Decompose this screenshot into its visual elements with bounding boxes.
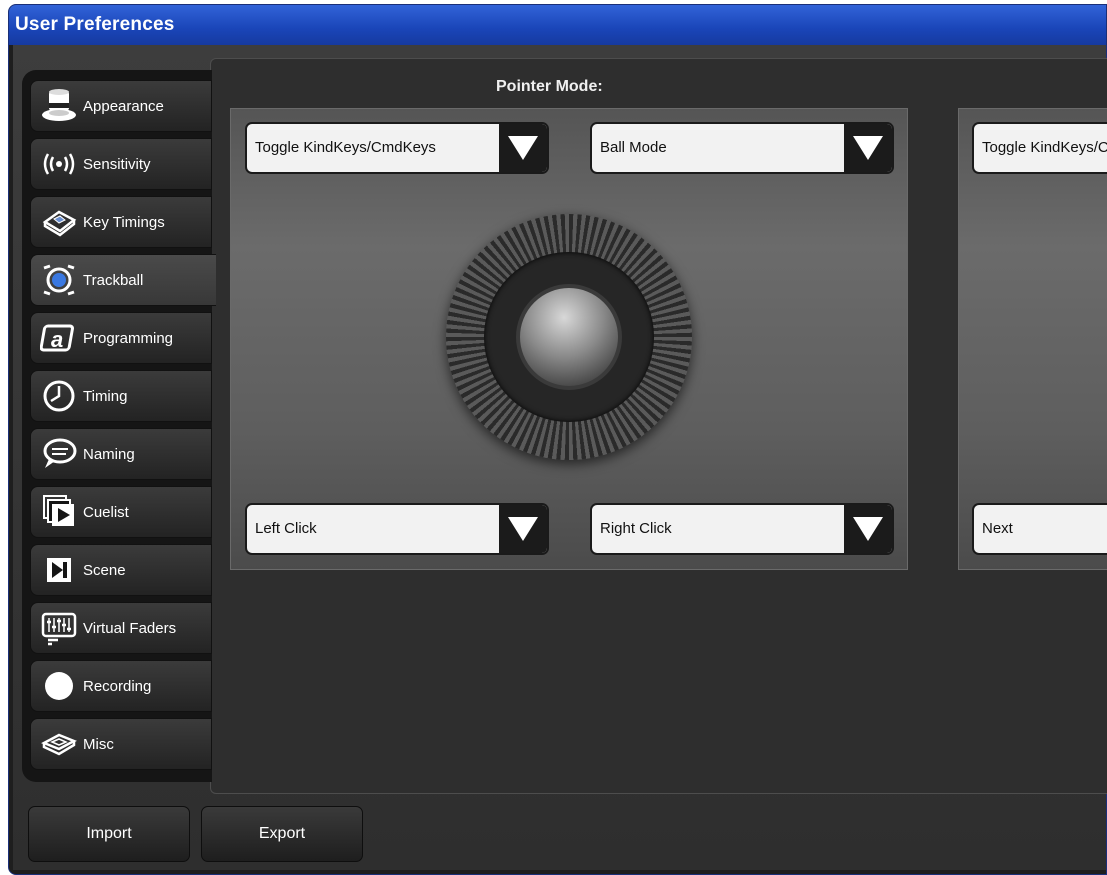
sidebar-item-cuelist[interactable]: Cuelist <box>30 486 212 538</box>
dropdown-value: Right Click <box>600 520 672 537</box>
pointer-top-right-dropdown[interactable]: Ball Mode <box>590 122 894 174</box>
cuelist-stack-icon <box>37 492 81 532</box>
title-bar: User Preferences <box>9 5 1106 45</box>
chevron-down-icon[interactable] <box>499 124 547 172</box>
sidebar-item-label: Scene <box>83 561 126 579</box>
sidebar-item-label: Trackball <box>83 271 144 289</box>
pointer-right-bottom-dropdown[interactable]: Next <box>972 503 1107 555</box>
trackball-ring <box>484 252 654 422</box>
dropdown-value: Toggle KindKeys/CmdKeys <box>982 139 1107 156</box>
at-sign-icon: a <box>37 318 81 358</box>
sidebar-item-label: Naming <box>83 445 135 463</box>
chevron-down-icon[interactable] <box>499 505 547 553</box>
clock-icon <box>37 376 81 416</box>
misc-key-icon <box>37 724 81 764</box>
sidebar-item-naming[interactable]: Naming <box>30 428 212 480</box>
pointer-bottom-left-dropdown[interactable]: Left Click <box>245 503 549 555</box>
sidebar-item-key-timings[interactable]: Key Timings <box>30 196 212 248</box>
sidebar-item-label: Recording <box>83 677 152 695</box>
top-hat-icon <box>37 86 81 126</box>
pointer-right-top-dropdown[interactable]: Toggle KindKeys/CmdKeys <box>972 122 1107 174</box>
sidebar-item-label: Sensitivity <box>83 155 151 173</box>
import-button[interactable]: Import <box>28 806 190 862</box>
sidebar-item-appearance[interactable]: Appearance <box>30 80 212 132</box>
sidebar-item-sensitivity[interactable]: Sensitivity <box>30 138 212 190</box>
sidebar-item-label: Misc <box>83 735 114 753</box>
scene-icon <box>37 550 81 590</box>
sidebar-item-scene[interactable]: Scene <box>30 544 212 596</box>
speech-bubble-icon <box>37 434 81 474</box>
chevron-down-icon[interactable] <box>844 505 892 553</box>
trackball-graphic <box>446 214 692 460</box>
window-title: User Preferences <box>15 14 175 35</box>
pointer-mode-title: Pointer Mode: <box>496 78 603 95</box>
dropdown-value: Left Click <box>255 520 317 537</box>
preferences-sidebar: Appearance Sensitivity Key Timings Track… <box>22 70 216 782</box>
sidebar-item-label: Virtual Faders <box>83 619 177 637</box>
dropdown-value: Ball Mode <box>600 139 667 156</box>
key-icon <box>37 202 81 242</box>
sidebar-item-recording[interactable]: Recording <box>30 660 212 712</box>
sidebar-item-label: Cuelist <box>83 503 129 521</box>
sidebar-item-label: Appearance <box>83 97 164 115</box>
export-button[interactable]: Export <box>201 806 363 862</box>
sensitivity-waves-icon <box>37 144 81 184</box>
dropdown-value: Next <box>982 520 1013 537</box>
trackball-icon <box>37 260 81 300</box>
sidebar-item-programming[interactable]: a Programming <box>30 312 212 364</box>
svg-text:a: a <box>51 327 63 352</box>
pointer-bottom-right-dropdown[interactable]: Right Click <box>590 503 894 555</box>
trackball-config-right <box>958 108 1107 570</box>
sidebar-item-label: Key Timings <box>83 213 165 231</box>
faders-icon <box>37 608 81 648</box>
record-dot-icon <box>37 666 81 706</box>
sidebar-item-virtual-faders[interactable]: Virtual Faders <box>30 602 212 654</box>
dropdown-value: Toggle KindKeys/CmdKeys <box>255 139 436 156</box>
pointer-top-left-dropdown[interactable]: Toggle KindKeys/CmdKeys <box>245 122 549 174</box>
chevron-down-icon[interactable] <box>844 124 892 172</box>
sidebar-item-label: Programming <box>83 329 174 347</box>
sidebar-item-trackball[interactable]: Trackball <box>30 254 216 306</box>
sidebar-item-timing[interactable]: Timing <box>30 370 212 422</box>
sidebar-item-misc[interactable]: Misc <box>30 718 212 770</box>
trackball-ball-icon <box>516 284 622 390</box>
sidebar-item-label: Timing <box>83 387 128 405</box>
